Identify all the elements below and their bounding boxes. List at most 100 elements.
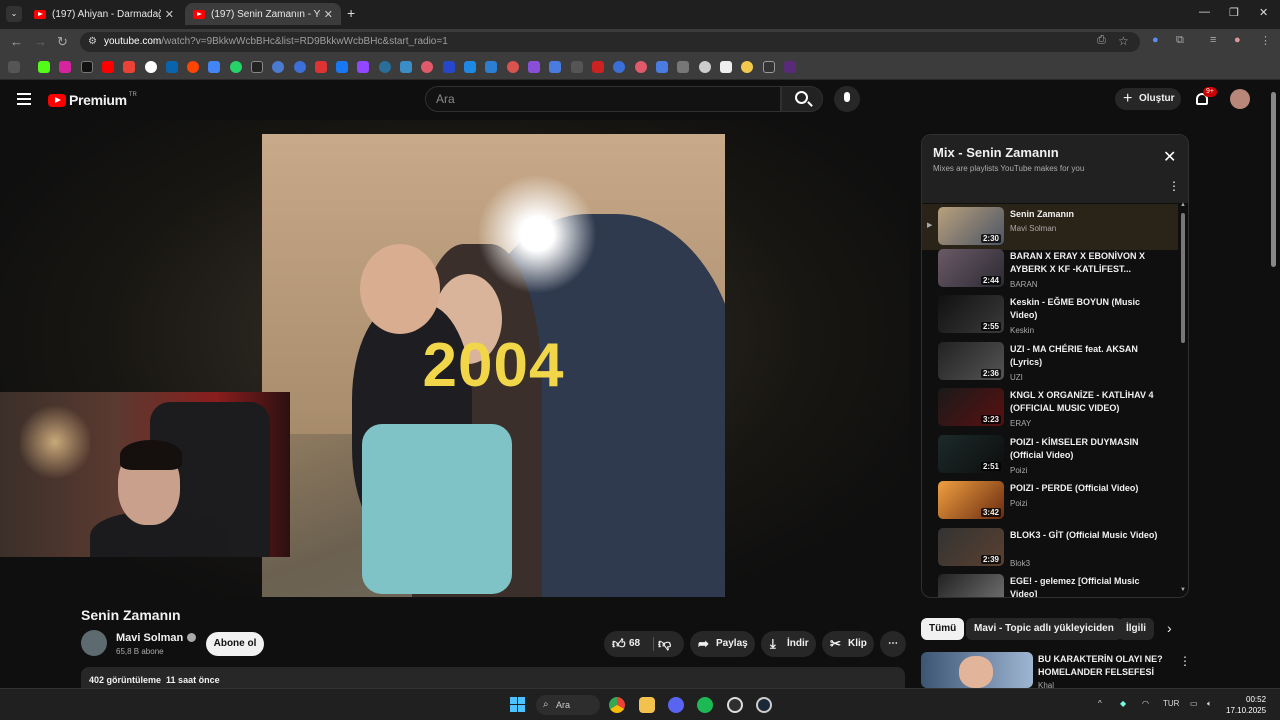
tray-overflow-icon[interactable]: ^ xyxy=(1098,699,1102,708)
profile-avatar-icon[interactable]: ● xyxy=(1234,34,1241,46)
bookmark-dots-icon[interactable] xyxy=(549,61,561,73)
bookmark-bars-icon[interactable] xyxy=(592,61,604,73)
bookmark-star-icon[interactable]: ☆ xyxy=(1118,34,1129,48)
recommended-title[interactable]: BU KARAKTERİN OLAYI NE? HOMELANDER FELSE… xyxy=(1038,653,1168,679)
tab-senin-zamanin[interactable]: (197) Senin Zamanın - YouTube ✕ xyxy=(185,3,341,25)
bookmark-mask-icon[interactable] xyxy=(507,61,519,73)
install-app-icon[interactable]: ⎙ xyxy=(1097,34,1106,47)
download-button[interactable]: ⤓ İndir xyxy=(761,631,816,657)
language-indicator[interactable]: TUR xyxy=(1163,699,1179,708)
close-tab-icon[interactable]: ✕ xyxy=(165,8,174,21)
playlist-item[interactable]: 2:39 BLOK3 - GİT (Official Music Video) … xyxy=(922,525,1178,571)
bookmark-play-icon[interactable] xyxy=(294,61,306,73)
bookmark-pen-icon[interactable] xyxy=(421,61,433,73)
close-tab-icon[interactable]: ✕ xyxy=(324,8,333,21)
bookmark-facebook-icon[interactable] xyxy=(336,61,348,73)
playlist-item[interactable]: EGE! - gelemez [Official Music Video] xyxy=(922,571,1178,597)
subscribe-button[interactable]: Abone ol xyxy=(206,632,264,656)
recommended-thumbnail[interactable] xyxy=(921,652,1033,688)
bookmark-google-icon[interactable] xyxy=(145,61,157,73)
apps-grid-icon[interactable] xyxy=(8,61,20,73)
playlist-item[interactable]: 3:42 POIZI - PERDE (Official Video) Poiz… xyxy=(922,478,1178,524)
search-button[interactable] xyxy=(781,86,823,112)
playlist-item[interactable]: 2:55 Keskin - EĞME BOYUN (Music Video) K… xyxy=(922,292,1178,338)
tray-app-icon[interactable]: ◆ xyxy=(1120,699,1126,708)
taskbar-search[interactable]: ⌕ Ara xyxy=(536,695,600,715)
bookmark-docs-icon[interactable] xyxy=(315,61,327,73)
extensions-puzzle-icon[interactable]: ⧉ xyxy=(1176,34,1184,47)
extension-icon[interactable]: ● xyxy=(1152,34,1159,46)
bookmark-b-icon[interactable] xyxy=(443,61,455,73)
channel-name[interactable]: Mavi Solman xyxy=(116,632,197,644)
bookmark-globe-icon[interactable] xyxy=(699,61,711,73)
back-icon[interactable]: ← xyxy=(10,34,23,49)
tab-ahiyan[interactable]: (197) Ahiyan - Darmadağın (Offi ✕ xyxy=(26,3,182,25)
maximize-icon[interactable]: ❐ xyxy=(1229,6,1239,19)
bookmark-arrow-icon[interactable] xyxy=(613,61,625,73)
bookmark-film-icon[interactable] xyxy=(763,61,775,73)
bookmark-chat-icon[interactable] xyxy=(528,61,540,73)
steam-icon[interactable] xyxy=(756,697,772,713)
playlist-item[interactable]: 2:44 BARAN X ERAY X EBONİVON X AYBERK X … xyxy=(922,246,1178,292)
minimize-icon[interactable]: — xyxy=(1199,6,1210,18)
bookmark-wave-icon[interactable] xyxy=(379,61,391,73)
playlist-scrollbar[interactable] xyxy=(1181,213,1185,343)
search-input[interactable]: Ara xyxy=(425,86,781,112)
playlist-item[interactable]: ▶ 2:30 Senin Zamanın Mavi Solman xyxy=(922,204,1178,250)
bookmark-x-icon[interactable] xyxy=(81,61,93,73)
video-thumbnail[interactable]: 3:42 xyxy=(938,481,1004,519)
forward-icon[interactable]: → xyxy=(34,34,47,49)
bookmark-leaf-icon[interactable] xyxy=(400,61,412,73)
bookmark-gmail-icon[interactable] xyxy=(123,61,135,73)
reload-icon[interactable]: ↻ xyxy=(57,34,68,50)
tab-list-button[interactable]: ⌄ xyxy=(6,6,22,22)
file-explorer-icon[interactable] xyxy=(639,697,655,713)
bookmark-whatsapp-icon[interactable] xyxy=(230,61,242,73)
more-vert-icon[interactable]: ⋮ xyxy=(1179,654,1191,668)
chevron-right-icon[interactable]: › xyxy=(1167,620,1172,636)
create-button[interactable]: + Oluştur xyxy=(1115,88,1181,110)
media-control-icon[interactable]: ≡ xyxy=(1210,34,1216,46)
bookmark-glasses-icon[interactable] xyxy=(571,61,583,73)
video-thumbnail[interactable]: 2:51 xyxy=(938,435,1004,473)
site-info-icon[interactable]: ⚙ xyxy=(88,32,97,52)
page-scrollbar[interactable] xyxy=(1271,92,1276,267)
like-button[interactable]: 👍︎ 68 xyxy=(604,631,652,657)
bookmark-stack-icon[interactable] xyxy=(720,61,732,73)
bookmark-s-icon[interactable] xyxy=(251,61,263,73)
taskbar-clock[interactable]: 00:52 17.10.2025 xyxy=(1226,694,1266,716)
bookmark-sync-icon[interactable] xyxy=(272,61,284,73)
video-thumbnail[interactable] xyxy=(938,574,1004,597)
more-actions-button[interactable]: ⋯ xyxy=(880,631,906,657)
video-thumbnail[interactable]: 3:23 xyxy=(938,388,1004,426)
close-window-icon[interactable]: ✕ xyxy=(1259,6,1268,19)
scroll-up-icon[interactable]: ▲ xyxy=(1180,202,1186,208)
close-icon[interactable]: ✕ xyxy=(1163,147,1176,167)
bookmark-youtube-icon[interactable] xyxy=(102,61,114,73)
video-thumbnail[interactable]: 2:55 xyxy=(938,295,1004,333)
wifi-icon[interactable]: ◠ xyxy=(1142,699,1149,708)
chip-topic-uploads[interactable]: Mavi - Topic adlı yükleyiciden xyxy=(966,618,1122,640)
bookmark-link-icon[interactable] xyxy=(677,61,689,73)
playlist-item[interactable]: 3:23 KNGL X ORGANİZE - KATLİHAV 4 (OFFIC… xyxy=(922,385,1178,431)
discord-icon[interactable] xyxy=(668,697,684,713)
bookmark-coin-icon[interactable] xyxy=(741,61,753,73)
clip-button[interactable]: ✂ Klip xyxy=(822,631,874,657)
youtube-logo[interactable]: Premium TR xyxy=(48,92,137,108)
new-tab-button[interactable]: + xyxy=(347,5,355,21)
voice-search-button[interactable] xyxy=(834,86,860,112)
account-avatar[interactable] xyxy=(1230,89,1250,109)
bookmark-outlook-icon[interactable] xyxy=(166,61,178,73)
bookmark-translate-icon[interactable] xyxy=(208,61,220,73)
video-frame[interactable]: 2004 xyxy=(262,134,725,597)
bookmark-k-icon[interactable] xyxy=(784,61,796,73)
bookmark-map-icon[interactable] xyxy=(485,61,497,73)
browser-menu-icon[interactable]: ⋮ xyxy=(1260,34,1271,47)
chip-related[interactable]: İlgili xyxy=(1118,618,1154,640)
channel-avatar[interactable] xyxy=(81,630,107,656)
playlist-item[interactable]: 2:51 POIZI - KİMSELER DUYMASIN (Official… xyxy=(922,432,1178,478)
video-thumbnail[interactable]: 2:39 xyxy=(938,528,1004,566)
obs-icon[interactable] xyxy=(727,697,743,713)
bookmark-chart-icon[interactable] xyxy=(464,61,476,73)
scroll-down-icon[interactable]: ▼ xyxy=(1180,587,1186,593)
